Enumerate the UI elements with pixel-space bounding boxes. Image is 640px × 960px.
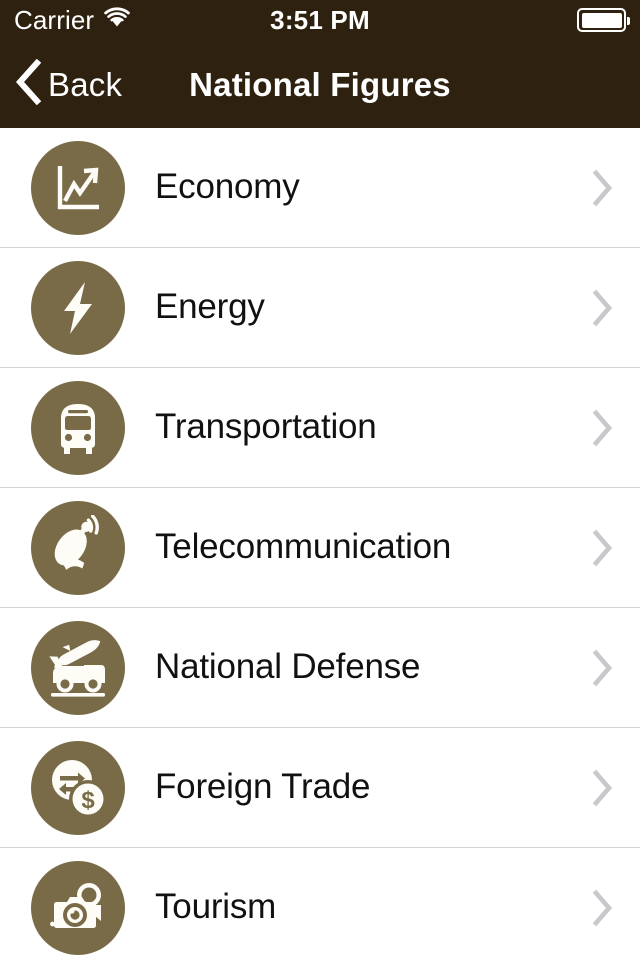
back-button-label: Back bbox=[48, 65, 123, 103]
status-bar: Carrier 3:51 PM bbox=[0, 0, 640, 40]
list-item-label: Energy bbox=[155, 287, 265, 327]
chevron-right-icon[interactable] bbox=[592, 649, 614, 687]
bus-icon bbox=[31, 380, 125, 475]
svg-text:$: $ bbox=[81, 787, 95, 814]
list-item-economy[interactable]: Economy bbox=[0, 128, 640, 248]
list-item-label: Foreign Trade bbox=[155, 767, 371, 807]
status-bar-left: Carrier bbox=[14, 5, 131, 35]
chevron-right-icon[interactable] bbox=[592, 289, 614, 327]
list-item-label: Telecommunication bbox=[155, 527, 452, 567]
navigation-bar: Back National Figures bbox=[0, 40, 640, 128]
satellite-dish-icon bbox=[31, 500, 125, 595]
list-item-energy[interactable]: Energy bbox=[0, 248, 640, 368]
list-item-transportation[interactable]: Transportation bbox=[0, 368, 640, 488]
chevron-left-icon bbox=[14, 58, 42, 110]
list-item-foreign-trade[interactable]: $ Foreign Trade bbox=[0, 728, 640, 848]
list-item-tourism[interactable]: Tourism bbox=[0, 848, 640, 960]
currency-exchange-icon: $ bbox=[31, 740, 125, 835]
back-button[interactable]: Back bbox=[14, 58, 123, 110]
national-figures-list: Economy Energy Transportation Telecommun… bbox=[0, 128, 640, 960]
app-screen: Carrier 3:51 PM Back National Figures Ec… bbox=[0, 0, 640, 960]
chevron-right-icon[interactable] bbox=[592, 889, 614, 927]
list-item-national-defense[interactable]: National Defense bbox=[0, 608, 640, 728]
line-chart-icon bbox=[31, 140, 125, 235]
list-item-label: Tourism bbox=[155, 887, 277, 927]
list-item-label: Economy bbox=[155, 167, 300, 207]
missile-truck-icon bbox=[31, 620, 125, 715]
chevron-right-icon[interactable] bbox=[592, 529, 614, 567]
lightning-bolt-icon bbox=[31, 260, 125, 355]
camera-icon bbox=[31, 860, 125, 955]
battery-full-icon bbox=[577, 8, 630, 32]
chevron-right-icon[interactable] bbox=[592, 409, 614, 447]
status-bar-right bbox=[577, 8, 630, 32]
list-item-label: National Defense bbox=[155, 647, 421, 687]
chevron-right-icon[interactable] bbox=[592, 769, 614, 807]
battery-fill bbox=[581, 12, 622, 28]
list-item-label: Transportation bbox=[155, 407, 377, 447]
carrier-label: Carrier bbox=[14, 5, 95, 35]
chevron-right-icon[interactable] bbox=[592, 169, 614, 207]
list-item-telecommunication[interactable]: Telecommunication bbox=[0, 488, 640, 608]
wifi-icon bbox=[103, 6, 131, 34]
